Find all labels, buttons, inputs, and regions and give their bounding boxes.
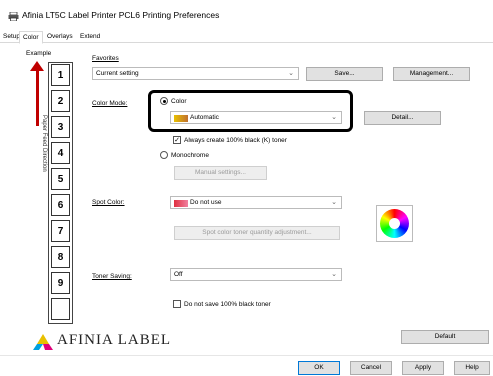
cancel-button[interactable]: Cancel (350, 361, 392, 375)
color-wheel-preview (376, 205, 413, 242)
preview-label-1: 1 (51, 64, 70, 86)
window-title: Afinia LT5C Label Printer PCL6 Printing … (22, 10, 220, 20)
save-button[interactable]: Save... (306, 67, 383, 81)
spot-color-label: Spot Color: (92, 199, 125, 206)
management-button[interactable]: Management... (393, 67, 470, 81)
afinia-logo-text: AFINIA LABEL (57, 332, 172, 348)
spot-swatch-icon (174, 200, 188, 207)
toner-saving-select[interactable]: Off ⌄ (170, 268, 342, 281)
preview-label-9: 9 (51, 272, 70, 294)
always-black-checkbox[interactable]: ✓ (173, 136, 181, 144)
monochrome-radio[interactable] (160, 151, 168, 159)
spot-color-select[interactable]: Do not use ⌄ (170, 196, 342, 209)
preview-label-2: 2 (51, 90, 70, 112)
printer-icon (8, 11, 19, 22)
no-save-black-label: Do not save 100% black toner (184, 301, 271, 308)
chevron-down-icon: ⌄ (331, 271, 337, 278)
tab-bar (0, 30, 493, 43)
spot-adjust-button[interactable]: Spot color toner quantity adjustment... (174, 226, 340, 240)
tab-color[interactable]: Color (19, 31, 43, 44)
color-wheel-icon (380, 209, 409, 238)
footer-separator (0, 355, 493, 356)
preview-label-8: 8 (51, 246, 70, 268)
example-label: Example (26, 50, 52, 57)
default-button[interactable]: Default (401, 330, 489, 344)
detail-button[interactable]: Detail... (364, 111, 441, 125)
monochrome-radio-label: Monochrome (171, 152, 209, 159)
chevron-down-icon: ⌄ (331, 199, 337, 206)
chevron-down-icon: ⌄ (288, 70, 294, 77)
favorites-label: Favorites (92, 55, 119, 62)
color-mode-label: Color Mode: (92, 100, 128, 107)
favorites-value: Current setting (96, 70, 139, 77)
favorites-select[interactable]: Current setting ⌄ (92, 67, 299, 80)
preview-label-4: 4 (51, 142, 70, 164)
toner-saving-label: Toner Saving: (92, 273, 132, 280)
preview-label-partial (51, 298, 70, 320)
afinia-logo-icon (32, 333, 54, 351)
ok-button[interactable]: OK (298, 361, 340, 375)
toner-saving-value: Off (174, 271, 183, 278)
tab-extend[interactable]: Extend (80, 33, 100, 40)
no-save-black-checkbox[interactable] (173, 300, 181, 308)
manual-settings-button[interactable]: Manual settings... (174, 166, 267, 180)
preview-label-5: 5 (51, 168, 70, 190)
spot-color-value: Do not use (190, 199, 222, 206)
color-mode-highlight-box (148, 90, 353, 132)
help-button[interactable]: Help (454, 361, 490, 375)
preview-label-7: 7 (51, 220, 70, 242)
preview-label-6: 6 (51, 194, 70, 216)
preview-label-3: 3 (51, 116, 70, 138)
paper-feed-direction-label: Paper Feed Direction (41, 115, 47, 172)
always-black-label: Always create 100% black (K) toner (184, 137, 287, 144)
tab-setup[interactable]: Setup (3, 33, 20, 40)
apply-button[interactable]: Apply (402, 361, 444, 375)
tab-overlays[interactable]: Overlays (47, 33, 73, 40)
